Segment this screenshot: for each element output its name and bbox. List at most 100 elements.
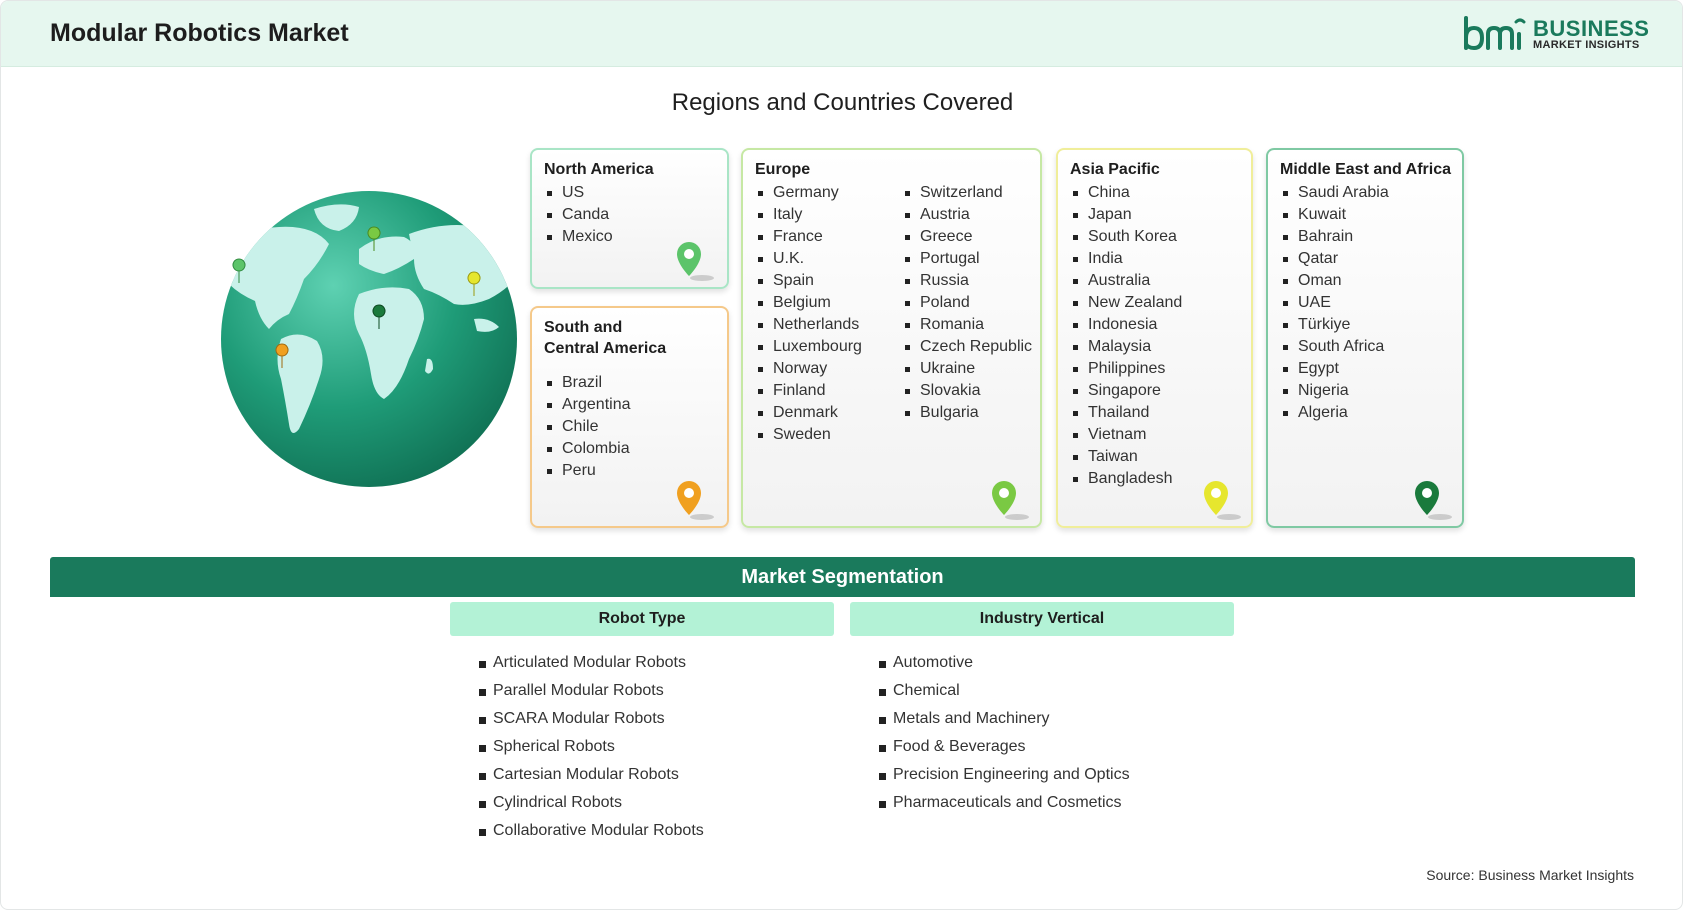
country-item: Vietnam: [1071, 424, 1182, 446]
bmi-logo: BUSINESS MARKET INSIGHTS: [1462, 14, 1649, 54]
country-item: Czech Republic: [903, 336, 1032, 358]
country-item: Brazil: [545, 372, 631, 394]
country-list-col1: Germany Italy France U.K. Spain Belgium …: [756, 182, 862, 446]
country-item: Algeria: [1281, 402, 1389, 424]
region-title: North America: [544, 161, 654, 178]
industry-vertical-header: Industry Vertical: [850, 602, 1234, 636]
country-item: Greece: [903, 226, 1032, 248]
country-item: Denmark: [756, 402, 862, 424]
map-pin-icon: [1204, 481, 1241, 520]
country-item: Spain: [756, 270, 862, 292]
map-pin-icon: [677, 242, 714, 281]
industry-vertical-list: Automotive Chemical Metals and Machinery…: [879, 652, 1130, 820]
country-item: China: [1071, 182, 1182, 204]
country-item: Luxembourg: [756, 336, 862, 358]
segmentation-title: Market Segmentation: [741, 566, 944, 588]
country-item: US: [545, 182, 613, 204]
country-item: Poland: [903, 292, 1032, 314]
list-item: Spherical Robots: [479, 736, 704, 764]
country-item: Switzerland: [903, 182, 1032, 204]
country-item: Russia: [903, 270, 1032, 292]
country-item: Germany: [756, 182, 862, 204]
region-card-north-america: North America US Canda Mexico: [530, 148, 729, 289]
country-item: Bangladesh: [1071, 468, 1182, 490]
country-item: Malaysia: [1071, 336, 1182, 358]
country-item: Japan: [1071, 204, 1182, 226]
country-item: Ukraine: [903, 358, 1032, 380]
list-item: Articulated Modular Robots: [479, 652, 704, 680]
map-pin-icon: [1415, 481, 1452, 520]
header: Modular Robotics Market BUSINESS MARKET …: [1, 1, 1682, 67]
list-item: Metals and Machinery: [879, 708, 1130, 736]
list-item: Parallel Modular Robots: [479, 680, 704, 708]
country-item: Colombia: [545, 438, 631, 460]
region-title: Middle East and Africa: [1280, 161, 1451, 178]
country-item: UAE: [1281, 292, 1389, 314]
country-item: Sweden: [756, 424, 862, 446]
country-item: Oman: [1281, 270, 1389, 292]
list-item: Cartesian Modular Robots: [479, 764, 704, 792]
region-title-line2: Central America: [544, 340, 667, 357]
list-item: Collaborative Modular Robots: [479, 820, 704, 848]
country-item: Slovakia: [903, 380, 1032, 402]
bmi-logo-icon: [1464, 16, 1526, 51]
country-item: Philippines: [1071, 358, 1182, 380]
country-item: Saudi Arabia: [1281, 182, 1389, 204]
country-item: Netherlands: [756, 314, 862, 336]
country-item: Argentina: [545, 394, 631, 416]
map-pin-icon: [677, 481, 714, 520]
country-item: Norway: [756, 358, 862, 380]
country-item: Chile: [545, 416, 631, 438]
country-item: Egypt: [1281, 358, 1389, 380]
region-card-asia-pacific: Asia Pacific China Japan South Korea Ind…: [1056, 148, 1253, 528]
country-list: US Canda Mexico: [545, 182, 613, 248]
country-list: Brazil Argentina Chile Colombia Peru: [545, 372, 631, 482]
country-item: Australia: [1071, 270, 1182, 292]
country-item: Taiwan: [1071, 446, 1182, 468]
country-item: New Zealand: [1071, 292, 1182, 314]
country-item: South Africa: [1281, 336, 1389, 358]
country-item: South Korea: [1071, 226, 1182, 248]
country-item: Indonesia: [1071, 314, 1182, 336]
region-title: South and Central America: [544, 317, 666, 359]
region-card-south-central-america: South and Central America Brazil Argenti…: [530, 306, 729, 528]
country-item: Finland: [756, 380, 862, 402]
country-item: Nigeria: [1281, 380, 1389, 402]
country-item: Bulgaria: [903, 402, 1032, 424]
country-list: Saudi Arabia Kuwait Bahrain Qatar Oman U…: [1281, 182, 1389, 424]
country-item: India: [1071, 248, 1182, 270]
infographic-frame: Modular Robotics Market BUSINESS MARKET …: [0, 0, 1683, 910]
country-item: Türkiye: [1281, 314, 1389, 336]
robot-type-header: Robot Type: [450, 602, 834, 636]
country-item: U.K.: [756, 248, 862, 270]
country-item: Singapore: [1071, 380, 1182, 402]
region-card-middle-east-africa: Middle East and Africa Saudi Arabia Kuwa…: [1266, 148, 1464, 528]
region-card-europe: Europe Germany Italy France U.K. Spain B…: [741, 148, 1042, 528]
list-item: Precision Engineering and Optics: [879, 764, 1130, 792]
country-item: Belgium: [756, 292, 862, 314]
list-item: Automotive: [879, 652, 1130, 680]
country-item: Canda: [545, 204, 613, 226]
source-note: Source: Business Market Insights: [1426, 867, 1634, 883]
country-item: Romania: [903, 314, 1032, 336]
segmentation-bar: Market Segmentation: [50, 557, 1635, 597]
country-item: Portugal: [903, 248, 1032, 270]
country-list-col2: Switzerland Austria Greece Portugal Russ…: [903, 182, 1032, 424]
logo-word-market-insights: MARKET INSIGHTS: [1533, 39, 1640, 51]
robot-type-list: Articulated Modular Robots Parallel Modu…: [479, 652, 704, 848]
list-item: SCARA Modular Robots: [479, 708, 704, 736]
country-list: China Japan South Korea India Australia …: [1071, 182, 1182, 490]
list-item: Cylindrical Robots: [479, 792, 704, 820]
country-item: Thailand: [1071, 402, 1182, 424]
region-title-line1: South and: [544, 319, 623, 336]
list-item: Food & Beverages: [879, 736, 1130, 764]
region-title: Europe: [755, 161, 811, 178]
country-item: Austria: [903, 204, 1032, 226]
page-title: Modular Robotics Market: [50, 19, 349, 47]
list-item: Chemical: [879, 680, 1130, 708]
country-item: Kuwait: [1281, 204, 1389, 226]
map-pin-icon: [992, 481, 1029, 520]
regions-title: Regions and Countries Covered: [671, 89, 1014, 116]
country-item: Italy: [756, 204, 862, 226]
region-title: Asia Pacific: [1070, 161, 1160, 178]
